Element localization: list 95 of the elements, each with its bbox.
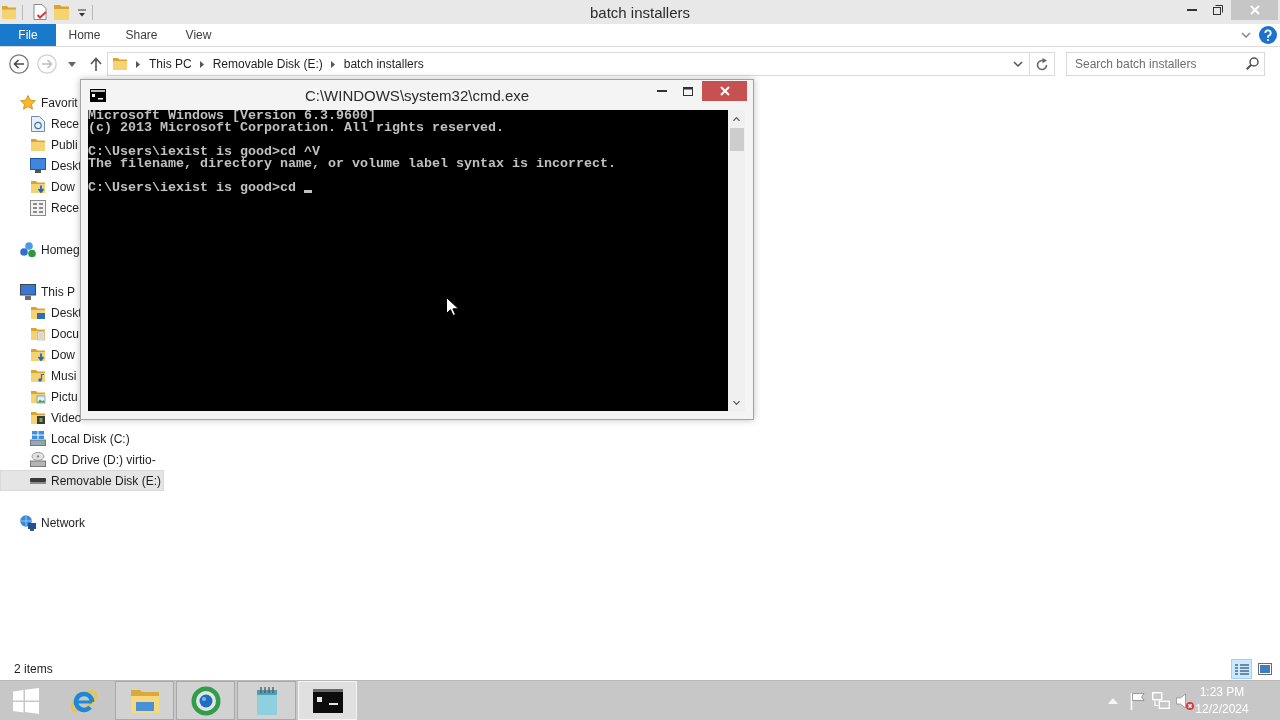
nav-item[interactable]: Docu (0, 323, 79, 344)
ribbon-tab[interactable]: Home (56, 24, 113, 46)
chevron-up-icon (1108, 697, 1118, 704)
console-icon (312, 688, 343, 713)
nav-item[interactable]: Removable Disk (E:) (0, 470, 165, 491)
nav-item[interactable]: Rece (0, 113, 79, 134)
nav-item[interactable]: Deskt (0, 155, 82, 176)
help-icon (1259, 26, 1277, 44)
dropdown-icon[interactable] (78, 9, 86, 17)
sphere-icon (190, 685, 221, 716)
console-line: Microsoft Windows [Version 6.3.9600] (88, 110, 376, 122)
address-bar[interactable]: This PC Removable Disk (E:) batch installers (107, 52, 1030, 76)
nav-item[interactable]: Local Disk (C:) (0, 428, 130, 449)
four-panes-icon (13, 687, 39, 714)
close-button[interactable] (702, 81, 747, 101)
hard-drive-icon (30, 431, 46, 446)
music-folder-icon (30, 367, 46, 384)
monitor-icon (30, 158, 46, 173)
nav-item[interactable]: Dow (0, 344, 75, 365)
network-icon (20, 514, 36, 531)
notepad-icon (254, 686, 279, 715)
documents-folder-icon (30, 325, 46, 342)
breadcrumb[interactable]: batch installers (340, 54, 427, 74)
nav-item[interactable]: This P (0, 281, 75, 302)
refresh-icon (1036, 57, 1048, 71)
document-icon (31, 115, 45, 132)
help-button[interactable] (1259, 26, 1277, 44)
minimize-icon (1187, 9, 1197, 11)
window-title: C:\WINDOWS\system32\cmd.exe (304, 86, 530, 104)
document-check-icon[interactable] (33, 4, 47, 20)
search-field[interactable]: Search batch installers (1066, 52, 1265, 76)
window-title: batch installers (589, 3, 691, 21)
nav-item[interactable]: Deskt (0, 302, 82, 323)
picture-icon (1257, 663, 1272, 675)
download-folder-icon (30, 346, 46, 363)
ribbon-tab[interactable]: Share (113, 24, 170, 46)
chevron-down-icon (1013, 61, 1023, 67)
chevron-right-icon[interactable] (136, 60, 140, 68)
up-arrow-icon (90, 57, 102, 71)
maximize-icon (683, 86, 693, 96)
refresh-button[interactable] (1030, 52, 1055, 76)
item-count: 2 items (14, 662, 53, 676)
chevron-down-icon (733, 400, 740, 405)
caret-down-icon (68, 61, 76, 67)
monitors-icon (1152, 692, 1170, 709)
close-icon (719, 86, 730, 96)
desktop-folder-icon (30, 304, 46, 321)
nav-item[interactable]: Video (0, 407, 82, 428)
folder-icon (129, 687, 160, 714)
flag-icon (1129, 691, 1145, 710)
nav-item[interactable]: Dow (0, 176, 75, 197)
homegroup-icon (20, 241, 36, 258)
folder-icon (30, 136, 46, 153)
computer-icon (20, 283, 36, 300)
back-button[interactable] (9, 54, 29, 74)
minimize-icon (657, 90, 667, 92)
breadcrumb[interactable]: Removable Disk (E:) (209, 54, 326, 74)
removable-drive-icon (30, 477, 46, 484)
nav-item[interactable]: Network (0, 512, 85, 533)
scrollbar-thumb[interactable] (730, 128, 744, 151)
console-line: C:\Users\iexist is good>cd (88, 182, 296, 194)
restore-icon (1213, 5, 1223, 15)
file-menu-button[interactable]: File (0, 24, 56, 46)
search-icon[interactable] (1246, 57, 1259, 70)
mouse-pointer-icon (446, 297, 458, 316)
video-folder-icon (30, 409, 46, 426)
nav-item[interactable]: Musi (0, 365, 77, 386)
document-grid-icon (30, 199, 46, 216)
breadcrumb[interactable]: This PC (146, 54, 195, 74)
chevron-right-icon[interactable] (199, 60, 204, 68)
download-folder-icon (30, 178, 46, 195)
pictures-folder-icon (30, 388, 46, 405)
scrollbar[interactable] (728, 110, 745, 411)
chevron-down-icon (1241, 32, 1251, 38)
nav-item[interactable]: Favorit (0, 92, 78, 113)
clock-time: 1:23 PM (1199, 683, 1245, 701)
console-line: (c) 2013 Microsoft Corporation. All rights reserved. (88, 122, 504, 134)
nav-item[interactable]: CD Drive (D:) virtio- (0, 449, 156, 470)
console-line: The filename, directory name, or volume label syntax is incorrect. (88, 158, 616, 170)
nav-item[interactable]: Publi (0, 134, 78, 155)
star-icon (20, 94, 36, 111)
chevron-up-icon (733, 116, 740, 121)
details-view-button[interactable] (1231, 659, 1252, 679)
ribbon-tab[interactable]: View (170, 24, 227, 46)
list-icon (1234, 663, 1249, 675)
folder-icon (112, 56, 128, 72)
console-icon[interactable] (90, 88, 106, 102)
close-icon (1249, 5, 1260, 15)
disc-drive-icon (30, 452, 46, 467)
nav-item[interactable]: Rece (0, 197, 79, 218)
nav-item[interactable]: Pictu (0, 386, 78, 407)
nav-item[interactable]: Homeg (0, 239, 80, 260)
console-line: C:\Users\iexist is good>cd ^V (88, 146, 320, 158)
chevron-right-icon[interactable] (330, 60, 335, 68)
clock-date: 12/2/2024 (1195, 700, 1249, 718)
